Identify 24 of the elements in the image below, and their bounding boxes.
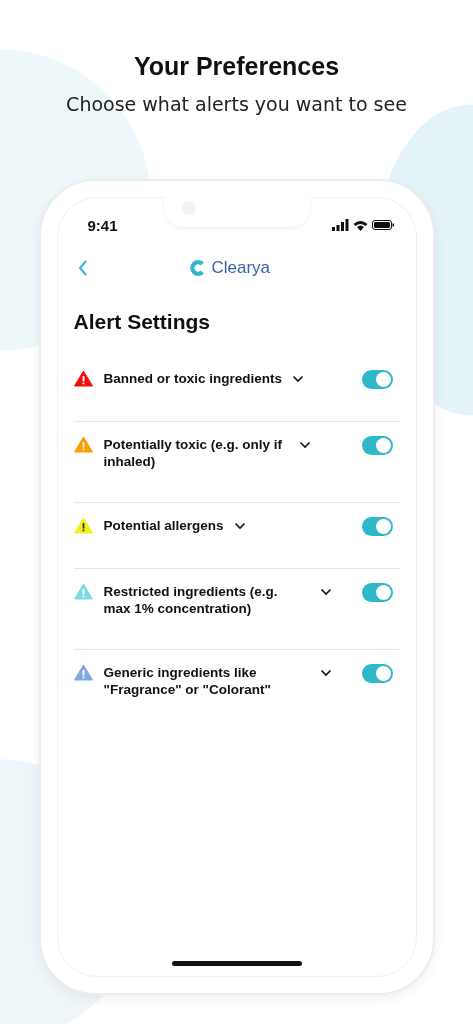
alert-label: Generic ingredients like "Fragrance" or "Colorant"	[103, 664, 272, 698]
brand-name: Clearya	[211, 258, 271, 278]
alert-label: Potential allergens	[103, 517, 224, 534]
toggle-switch[interactable]	[361, 664, 393, 683]
chevron-down-icon[interactable]	[319, 588, 332, 596]
toggle-switch[interactable]	[361, 583, 393, 602]
alert-label: Potentially toxic (e.g. only if inhaled)	[103, 436, 284, 470]
chevron-down-icon[interactable]	[319, 669, 332, 677]
wifi-icon	[352, 219, 368, 231]
chevron-down-icon[interactable]	[233, 522, 246, 530]
toggle-switch[interactable]	[361, 370, 393, 389]
status-time: 9:41	[87, 216, 118, 234]
chevron-down-icon[interactable]	[298, 441, 311, 449]
chevron-down-icon[interactable]	[292, 375, 305, 383]
signal-icon	[331, 219, 349, 231]
screen-title: Alert Settings	[73, 310, 212, 334]
page-title: Your Preferences	[133, 52, 340, 81]
alert-label: Banned or toxic ingredients	[103, 370, 283, 387]
back-icon[interactable]	[77, 260, 88, 276]
toggle-switch[interactable]	[361, 517, 393, 536]
page-subtitle: Choose what alerts you want to see	[66, 93, 407, 115]
toggle-switch[interactable]	[361, 436, 393, 455]
alert-label: Restricted ingredients (e.g. max 1% concentration)	[103, 583, 279, 617]
battery-icon	[371, 220, 394, 230]
